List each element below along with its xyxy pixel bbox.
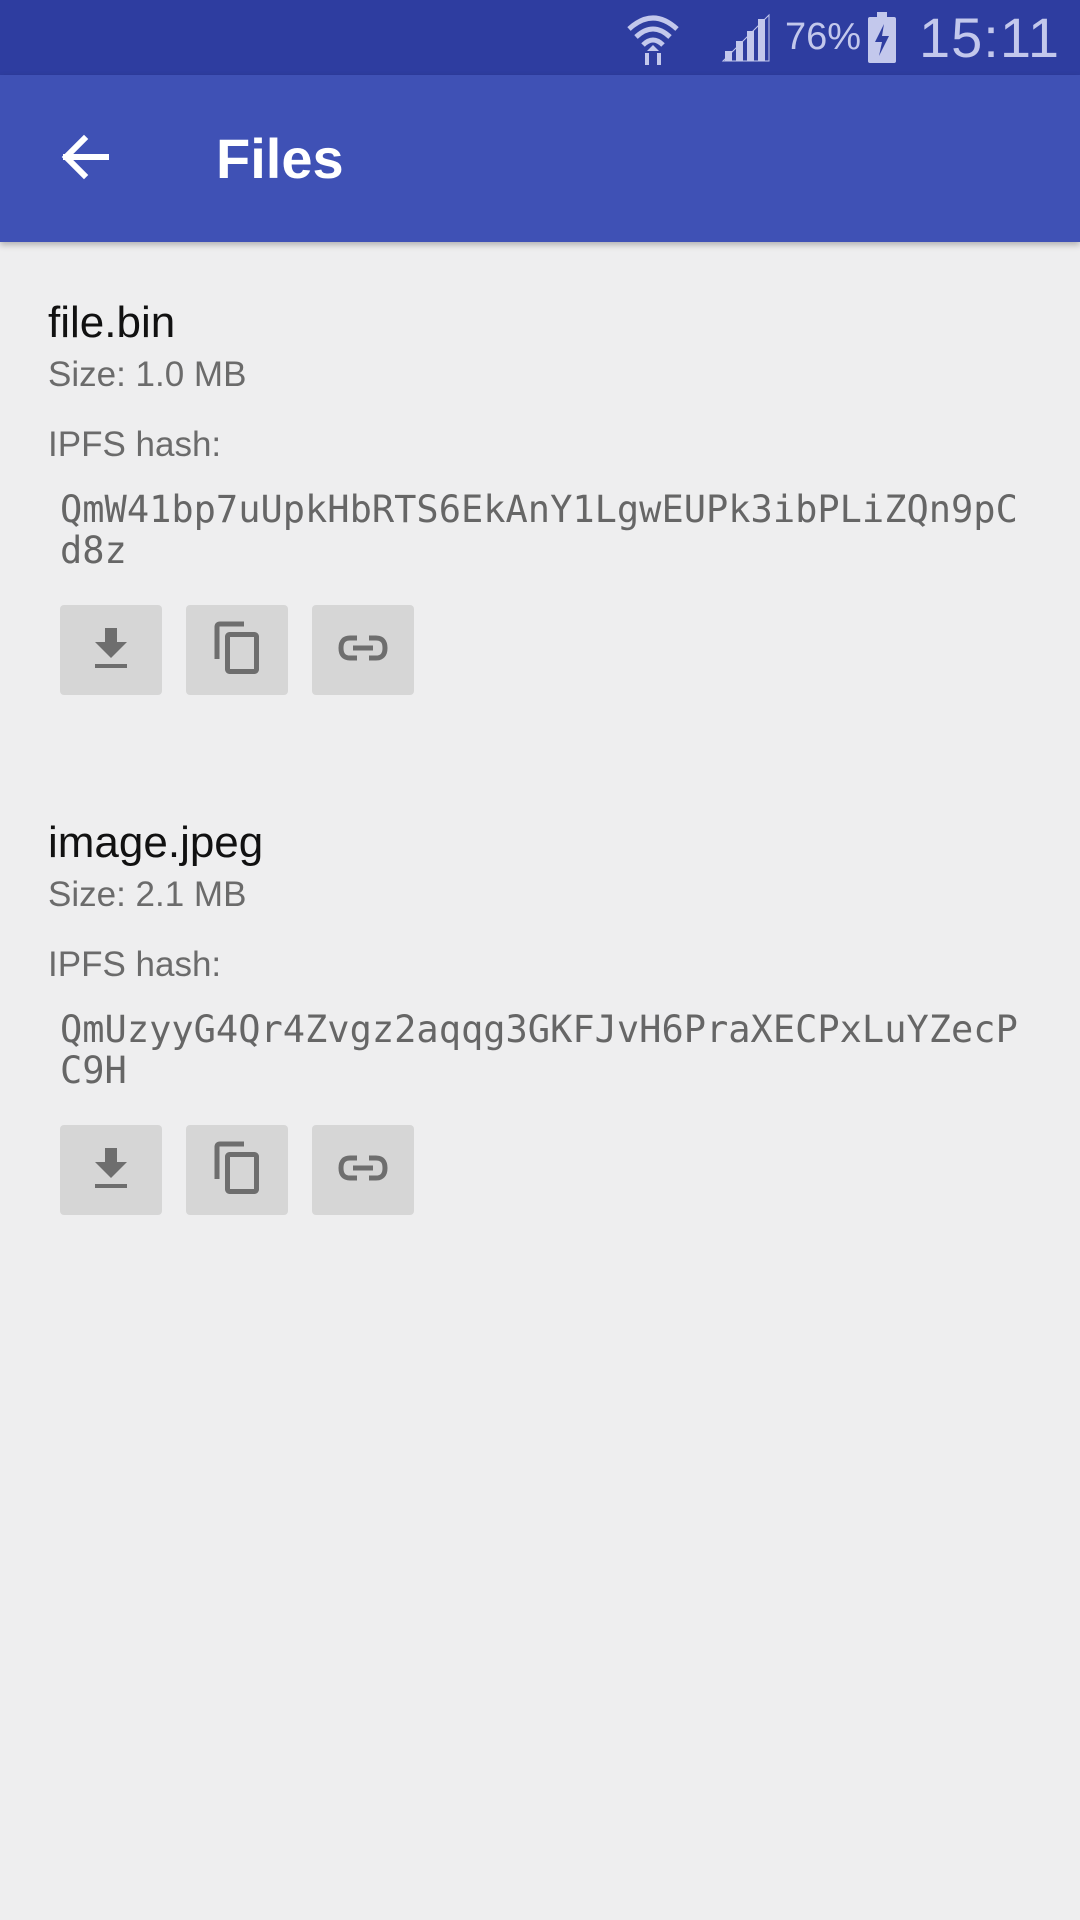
file-actions — [48, 1125, 1032, 1215]
page-title: Files — [216, 127, 344, 190]
copy-button[interactable] — [186, 605, 288, 695]
back-button[interactable] — [36, 111, 132, 207]
download-button[interactable] — [60, 605, 162, 695]
link-button[interactable] — [312, 605, 414, 695]
app-bar: Files — [0, 75, 1080, 242]
hash-label: IPFS hash: — [48, 945, 222, 984]
battery-charging-icon — [867, 11, 897, 64]
hash-label: IPFS hash: — [48, 425, 222, 464]
arrow-back-icon — [58, 131, 110, 188]
ipfs-hash: QmUzyyG4Qr4Zvgz2aqqg3GKFJvH6PraXECPxLuYZ… — [60, 1008, 1018, 1092]
file-name: file.bin — [48, 298, 176, 347]
download-button[interactable] — [60, 1125, 162, 1215]
link-icon — [338, 1154, 388, 1187]
ipfs-hash: QmW41bp7uUpkHbRTS6EkAnY1LgwEUPk3ibPLiZQn… — [60, 488, 1018, 572]
download-icon — [91, 626, 131, 675]
file-actions — [48, 605, 1032, 695]
status-time: 15:11 — [919, 6, 1060, 69]
link-button[interactable] — [312, 1125, 414, 1215]
download-icon — [91, 1146, 131, 1195]
file-item: image.jpeg Size: 2.1 MB IPFS hash: QmUzy… — [48, 815, 1032, 1215]
wifi-icon — [625, 9, 681, 67]
file-item: file.bin Size: 1.0 MB IPFS hash: QmW41bp… — [48, 295, 1032, 695]
file-size: Size: 1.0 MB — [48, 355, 247, 394]
copy-button[interactable] — [186, 1125, 288, 1215]
copy-icon — [214, 1141, 260, 1200]
link-icon — [338, 634, 388, 667]
file-name: image.jpeg — [48, 818, 264, 867]
status-bar: 76% 15:11 — [0, 0, 1080, 75]
file-size: Size: 2.1 MB — [48, 875, 247, 914]
signal-icon — [721, 13, 771, 63]
copy-icon — [214, 621, 260, 680]
status-icons: 76% 15:11 — [625, 0, 1060, 75]
battery-percentage: 76% — [784, 16, 862, 58]
